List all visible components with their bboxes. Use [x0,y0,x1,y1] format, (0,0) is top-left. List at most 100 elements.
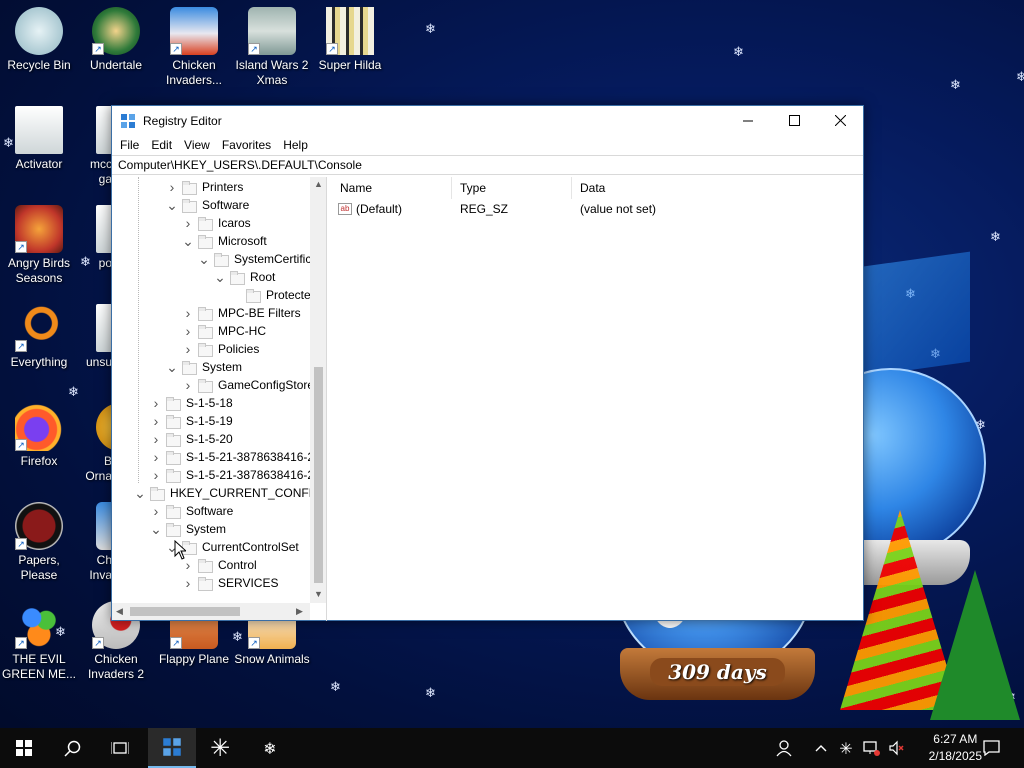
taskbar-snow-app[interactable]: ✳ [196,728,244,768]
chevron-right-icon[interactable]: › [150,502,162,520]
show-hidden-icons-button[interactable] [808,728,834,768]
scrollbar-thumb[interactable] [314,367,323,583]
chevron-right-icon[interactable]: › [182,304,194,322]
tree-node[interactable]: ⌄ SystemCertifica [198,250,318,268]
action-center-button[interactable] [968,728,1014,768]
chevron-right-icon[interactable]: › [150,448,162,466]
tree-node[interactable]: › MPC-HC [182,322,266,340]
address-bar[interactable]: Computer\HKEY_USERS\.DEFAULT\Console [112,155,863,175]
registry-editor-window[interactable]: Registry Editor File Edit View Favorites… [111,105,864,621]
chevron-down-icon[interactable]: ⌄ [214,270,226,284]
tree-node[interactable]: ⌄ HKEY_CURRENT_CONFIG [134,484,321,502]
chevron-right-icon[interactable]: › [182,340,194,358]
desktop-icon-papers-please[interactable]: ↗ Papers, Please [1,502,77,583]
scrollbar-thumb[interactable] [130,607,240,616]
desktop-icon-po[interactable]: po [78,205,112,271]
menu-favorites[interactable]: Favorites [216,138,277,152]
desktop-icon-chicken-invaders[interactable]: ↗ Chicken Invaders... [156,7,232,88]
tree-node[interactable]: › Policies [182,340,259,358]
desktop-icon-unsu[interactable]: unsu [78,304,112,370]
desktop-icon-activator[interactable]: Activator [1,106,77,172]
tray-snow-icon[interactable]: ✳ [834,728,858,768]
chevron-down-icon[interactable]: ⌄ [150,522,162,536]
tree-node[interactable]: › Software [150,502,233,520]
tree-node[interactable]: › S-1-5-18 [150,394,233,412]
taskbar-snowflake-app[interactable]: ❄ [246,728,294,768]
string-value-icon: ab [338,203,352,215]
tree-node[interactable]: › S-1-5-19 [150,412,233,430]
scroll-left-icon[interactable]: ◀ [116,606,123,617]
task-view-button[interactable] [96,728,144,768]
chevron-right-icon[interactable]: › [182,322,194,340]
tree-node-label: Software [186,504,234,518]
desktop-icon-angry-birds[interactable]: ↗ Angry Birds Seasons [1,205,77,286]
chevron-right-icon[interactable]: › [182,376,194,394]
minimize-button[interactable] [725,106,771,135]
tree-node[interactable]: ⌄ Software [166,196,249,214]
scroll-up-icon[interactable]: ▲ [314,179,323,189]
tree-node[interactable]: › SERVICES [182,574,278,592]
column-header-data[interactable]: Data [572,177,722,199]
start-button[interactable] [0,728,48,768]
chevron-right-icon[interactable]: › [150,394,162,412]
list-item[interactable]: ab (Default) REG_SZ (value not set) [332,199,863,219]
chevron-down-icon[interactable]: ⌄ [198,252,210,266]
tree-node[interactable]: ⌄ Microsoft [182,232,267,250]
tree-horizontal-scrollbar[interactable]: ◀ ▶ [112,603,310,620]
desktop-icon-chicken[interactable]: Ch Inva [78,502,112,583]
chevron-down-icon[interactable]: ⌄ [134,486,146,500]
menu-file[interactable]: File [114,138,145,152]
tray-volume-icon[interactable] [884,728,908,768]
desktop-icon-undertale[interactable]: ↗ Undertale [78,7,154,73]
chevron-right-icon[interactable]: › [150,412,162,430]
desktop-icon-ornament[interactable]: B Orna [78,403,112,484]
chevron-down-icon[interactable]: ⌄ [166,360,178,374]
chevron-right-icon[interactable]: › [166,178,178,196]
tree-node[interactable]: › GameConfigStore [182,376,314,394]
tree-node[interactable]: › Control [182,556,257,574]
desktop-icon-super-hilda[interactable]: ↗ Super Hilda [312,7,388,73]
search-button[interactable] [48,728,96,768]
menu-help[interactable]: Help [277,138,314,152]
menu-edit[interactable]: Edit [145,138,178,152]
tree-node[interactable]: › S-1-5-21-3878638416-26 [150,466,321,484]
menu-view[interactable]: View [178,138,216,152]
tree-node[interactable]: › Printers [166,178,243,196]
tree-node[interactable]: ⌄ Root [214,268,275,286]
chevron-right-icon[interactable]: › [182,574,194,592]
close-button[interactable] [817,106,863,135]
values-list[interactable]: Name Type Data ab (Default) REG_SZ (valu… [332,177,863,620]
tree-node-label: S-1-5-21-3878638416-26 [186,468,321,482]
chevron-right-icon[interactable]: › [182,214,194,232]
tree-node[interactable]: › MPC-BE Filters [182,304,301,322]
people-button[interactable] [764,728,804,768]
tree-node[interactable]: › S-1-5-20 [150,430,233,448]
tree-node[interactable]: Protecte [230,286,311,304]
taskbar-registry-editor[interactable] [148,728,196,768]
desktop-icon-evil-green-messenger[interactable]: ↗ THE EVIL GREEN ME... [1,601,77,682]
scroll-down-icon[interactable]: ▼ [314,589,323,599]
registry-tree[interactable]: › SERVICES › Control ⌄ CurrentControlSet ⌄ Syst… [112,177,327,621]
column-header-name[interactable]: Name [332,177,452,199]
desktop-icon-recycle-bin[interactable]: Recycle Bin [1,7,77,73]
maximize-icon [788,115,800,126]
tree-node[interactable]: › Icaros [182,214,251,232]
maximize-button[interactable] [771,106,817,135]
column-header-type[interactable]: Type [452,177,572,199]
tray-network-icon[interactable] [858,728,884,768]
desktop-icon-mcc[interactable]: mcc ga [78,106,112,187]
desktop-icon-island-wars[interactable]: ↗ Island Wars 2 Xmas [234,7,310,88]
chevron-down-icon[interactable]: ⌄ [166,198,178,212]
tree-node[interactable]: › S-1-5-21-3878638416-26 [150,448,321,466]
desktop-icon-label: Ch Inva [89,553,112,582]
title-bar[interactable]: Registry Editor [112,106,863,135]
chevron-right-icon[interactable]: › [150,430,162,448]
tree-vertical-scrollbar[interactable]: ▲ ▼ [310,177,326,603]
desktop-icon-everything[interactable]: ↗ Everything [1,304,77,370]
chevron-down-icon[interactable]: ⌄ [182,234,194,248]
desktop-icon-firefox[interactable]: ↗ Firefox [1,403,77,469]
tree-node[interactable]: ⌄ System [166,358,242,376]
scroll-right-icon[interactable]: ▶ [296,606,303,617]
chevron-right-icon[interactable]: › [150,466,162,484]
tree-node[interactable]: ⌄ System [150,520,226,538]
